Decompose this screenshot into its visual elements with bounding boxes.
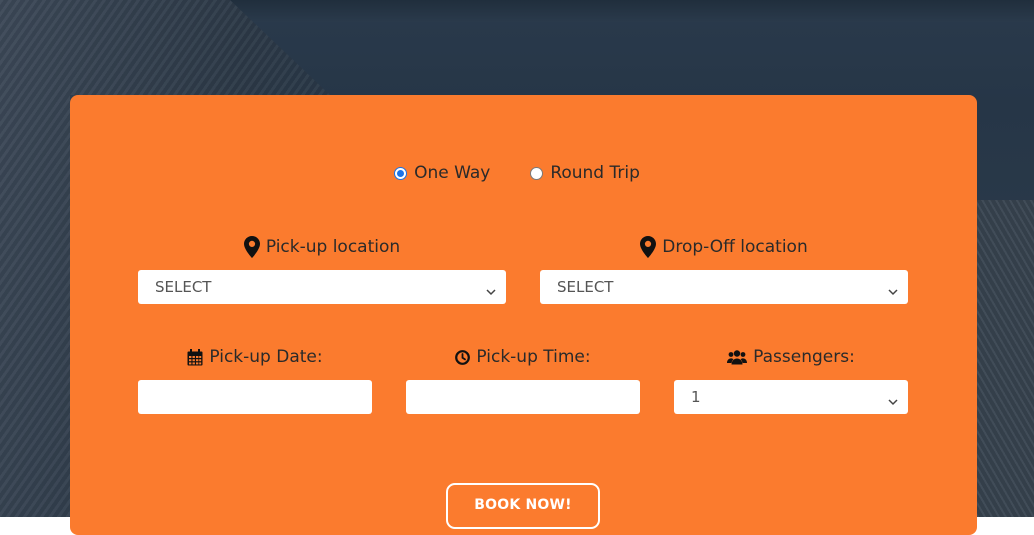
- pickup-time-label-text: Pick-up Time:: [476, 347, 591, 367]
- dropoff-location-label: Drop-Off location: [540, 236, 908, 258]
- pickup-date-label-text: Pick-up Date:: [209, 347, 323, 367]
- radio-round-trip-indicator[interactable]: [530, 166, 544, 180]
- pickup-location-label-text: Pick-up location: [265, 237, 401, 257]
- dropoff-location-label-text: Drop-Off location: [662, 237, 808, 257]
- radio-one-way-indicator[interactable]: [394, 166, 408, 180]
- background-rock: [977, 200, 1034, 517]
- radio-round-trip-label: Round Trip: [550, 163, 640, 183]
- book-now-button[interactable]: BOOK NOW!: [446, 483, 600, 529]
- pickup-date-label: Pick-up Date:: [138, 347, 372, 367]
- clock-icon: [455, 349, 471, 365]
- dropoff-location-value: SELECT: [557, 278, 614, 296]
- trip-type-group: One Way Round Trip: [0, 163, 1034, 183]
- pickup-time-input[interactable]: [406, 380, 640, 414]
- radio-one-way-label: One Way: [414, 163, 491, 183]
- booking-form-card: [70, 95, 977, 535]
- dropoff-location-select[interactable]: SELECT: [540, 270, 908, 304]
- pickup-date-input[interactable]: [138, 380, 372, 414]
- pickup-location-select[interactable]: SELECT: [138, 270, 506, 304]
- map-pin-icon: [243, 236, 260, 258]
- map-pin-icon: [640, 236, 657, 258]
- background-horizon: [200, 0, 1034, 22]
- pickup-time-label: Pick-up Time:: [406, 347, 640, 367]
- chevron-down-icon: [888, 392, 898, 410]
- calendar-icon: [187, 348, 203, 366]
- passengers-label: Passengers:: [674, 347, 908, 367]
- radio-round-trip[interactable]: Round Trip: [530, 163, 640, 183]
- radio-one-way[interactable]: One Way: [394, 163, 490, 183]
- chevron-down-icon: [486, 282, 496, 300]
- passengers-value: 1: [691, 388, 701, 406]
- passengers-label-text: Passengers:: [753, 347, 855, 367]
- chevron-down-icon: [888, 282, 898, 300]
- pickup-location-value: SELECT: [155, 278, 212, 296]
- passengers-select[interactable]: 1: [674, 380, 908, 414]
- pickup-location-label: Pick-up location: [138, 236, 506, 258]
- users-icon: [727, 349, 748, 365]
